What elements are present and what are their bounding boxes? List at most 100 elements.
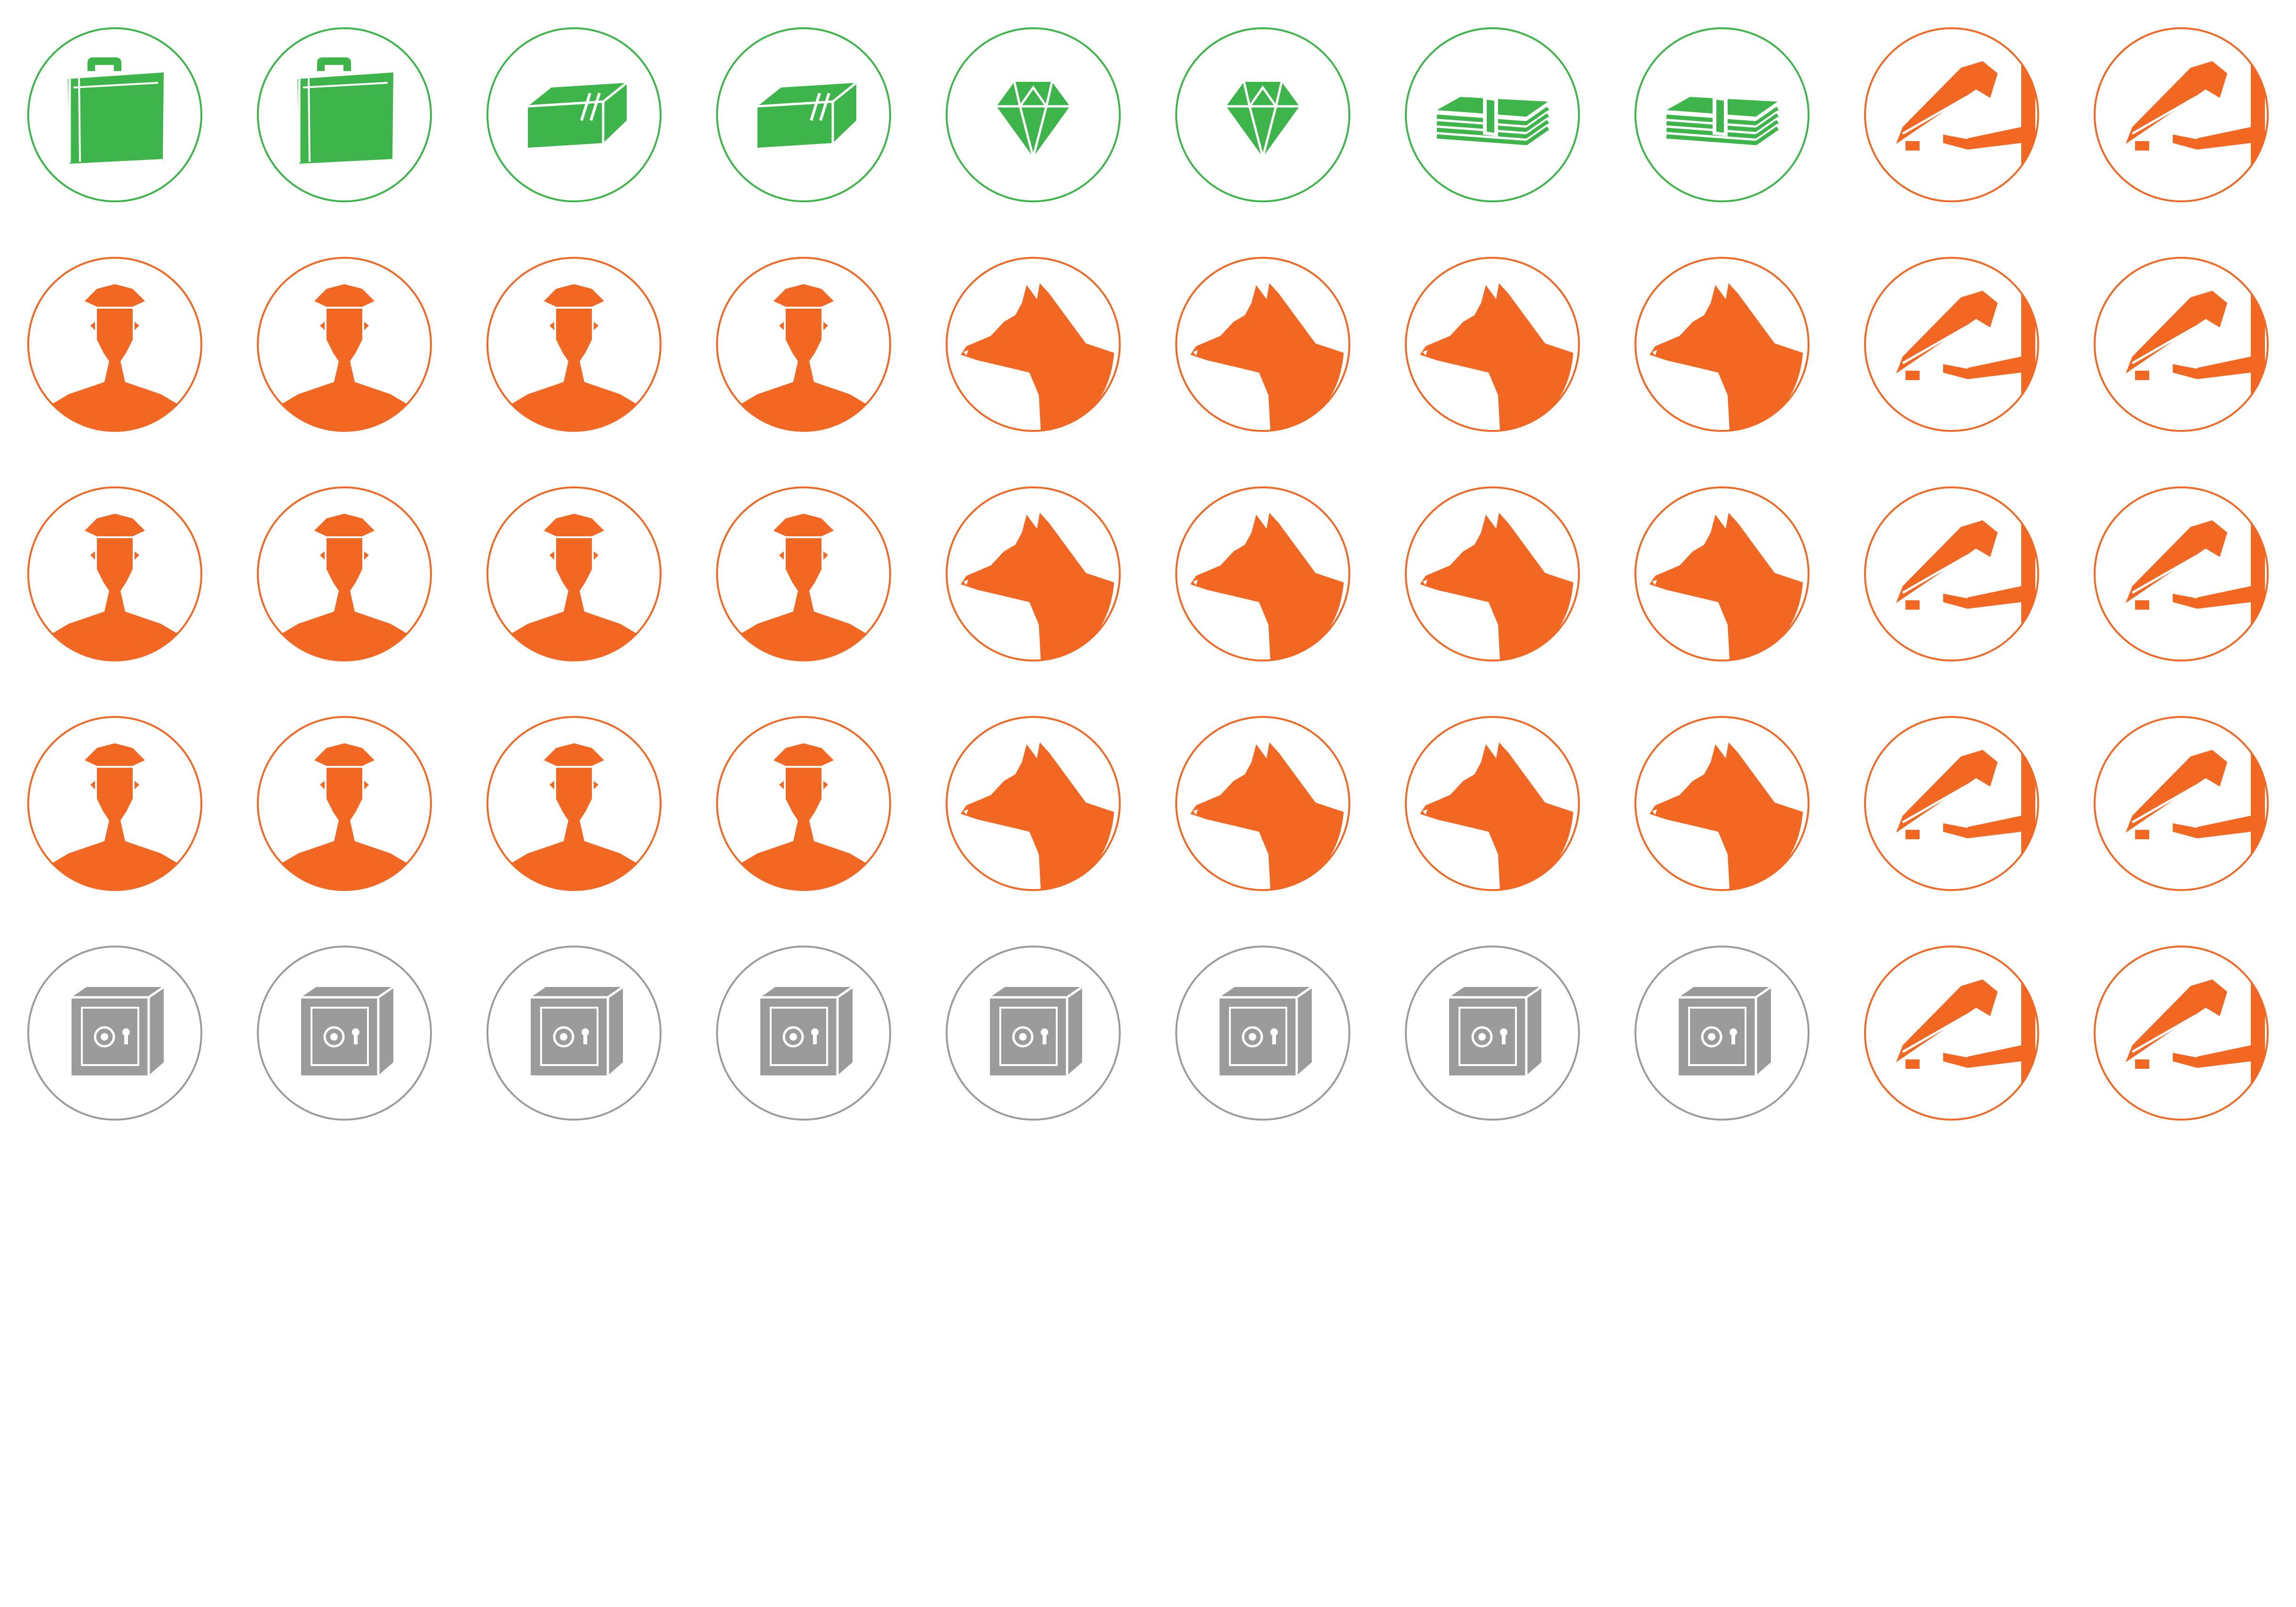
safe-icon [27,946,202,1121]
diamond-icon [1175,27,1350,202]
guard-icon [716,257,891,432]
token-security-camera [2093,256,2270,433]
token-guard-dog [1404,256,1581,433]
token-guard-dog [945,256,1122,433]
guard-icon [486,486,662,661]
token-guard [256,485,433,662]
token-safe [1174,945,1351,1122]
safe-icon [1175,946,1350,1121]
token-security-camera [2093,715,2270,892]
guard-dog-icon [1175,257,1350,432]
token-gold-bar [486,26,662,203]
token-security-camera [1863,26,2040,203]
token-safe [715,945,892,1122]
guard-icon [486,716,662,891]
guard-icon [27,716,202,891]
token-guard [715,715,892,892]
security-camera-icon [1864,486,2039,661]
guard-dog-icon [1405,486,1580,661]
guard-dog-icon [1405,257,1580,432]
diamond-icon [946,27,1121,202]
safe-icon [716,946,891,1121]
token-guard [715,256,892,433]
guard-dog-icon [1634,486,1810,661]
safe-icon [1405,946,1580,1121]
token-security-camera [2093,485,2270,662]
token-briefcase [256,26,433,203]
guard-icon [716,486,891,661]
safe-icon [1634,946,1810,1121]
token-security-camera [1863,945,2040,1122]
guard-dog-icon [946,716,1121,891]
token-guard-dog [1174,485,1351,662]
guard-icon [27,257,202,432]
token-guard [256,715,433,892]
token-safe [945,945,1122,1122]
token-guard-dog [1174,715,1351,892]
guard-icon [257,257,432,432]
guard-icon [486,257,662,432]
guard-dog-icon [1634,257,1810,432]
security-camera-icon [1864,716,2039,891]
security-camera-icon [1864,257,2039,432]
token-guard [26,485,203,662]
token-guard [486,485,662,662]
token-guard-dog [1634,485,1810,662]
token-guard-dog [945,715,1122,892]
guard-icon [27,486,202,661]
token-guard-dog [1174,256,1351,433]
security-camera-icon [2094,27,2269,202]
token-guard [26,715,203,892]
cash-stack-icon [1405,27,1580,202]
security-camera-icon [2094,257,2269,432]
token-guard-dog [1404,485,1581,662]
token-cash-stack [1404,26,1581,203]
token-guard-dog [1634,715,1810,892]
token-guard [486,256,662,433]
token-guard [256,256,433,433]
cash-stack-icon [1634,27,1810,202]
token-guard [715,485,892,662]
safe-icon [946,946,1121,1121]
security-camera-icon [1864,27,2039,202]
token-security-camera [1863,256,2040,433]
token-security-camera [2093,26,2270,203]
guard-dog-icon [946,257,1121,432]
safe-icon [257,946,432,1121]
security-camera-icon [1864,946,2039,1121]
guard-dog-icon [946,486,1121,661]
guard-dog-icon [1405,716,1580,891]
gold-bar-icon [716,27,891,202]
token-diamond [945,26,1122,203]
token-security-camera [2093,945,2270,1122]
token-cash-stack [1634,26,1810,203]
guard-dog-icon [1175,486,1350,661]
token-guard-dog [1404,715,1581,892]
briefcase-icon [27,27,202,202]
token-safe [26,945,203,1122]
token-guard [26,256,203,433]
token-security-camera [1863,485,2040,662]
guard-dog-icon [1634,716,1810,891]
guard-icon [257,486,432,661]
token-gold-bar [715,26,892,203]
token-security-camera [1863,715,2040,892]
security-camera-icon [2094,946,2269,1121]
token-guard-dog [945,485,1122,662]
guard-icon [257,716,432,891]
guard-icon [716,716,891,891]
guard-dog-icon [1175,716,1350,891]
token-safe [486,945,662,1122]
security-camera-icon [2094,486,2269,661]
security-camera-icon [2094,716,2269,891]
token-diamond [1174,26,1351,203]
gold-bar-icon [486,27,662,202]
token-briefcase [26,26,203,203]
briefcase-icon [257,27,432,202]
token-safe [1634,945,1810,1122]
token-safe [256,945,433,1122]
token-guard-dog [1634,256,1810,433]
token-safe [1404,945,1581,1122]
safe-icon [486,946,662,1121]
token-guard [486,715,662,892]
